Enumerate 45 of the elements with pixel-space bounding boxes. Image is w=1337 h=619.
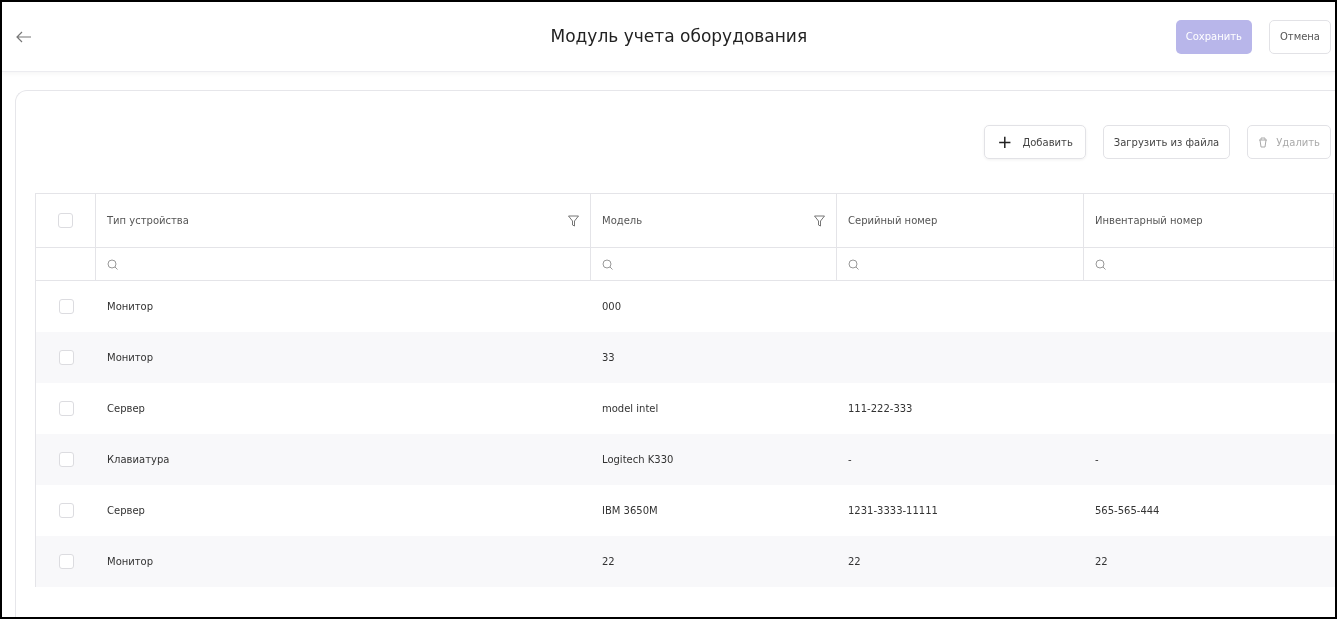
table-cell-text: 33 [602, 351, 615, 365]
table-cell-text: 111-222-333 [848, 402, 913, 416]
table-cell-text: Сервер [107, 402, 145, 416]
search-icon[interactable] [107, 258, 118, 270]
table-cell-text: 22 [848, 555, 861, 569]
table-cell-text: Клавиатура [107, 453, 170, 467]
table-cell-text: - [848, 453, 852, 467]
page-title: Модуль учета оборудования [550, 24, 808, 48]
table-cell-text: Монитор [107, 300, 154, 314]
table-cell-text: 22 [1095, 555, 1108, 569]
checkbox[interactable] [58, 452, 74, 467]
table-row[interactable]: Клавиатура Logitech K330 - - [36, 434, 1335, 485]
column-header: Модель [602, 214, 643, 228]
table-cell-text: 22 [602, 555, 615, 569]
cancel-button[interactable]: Отмена [1268, 19, 1331, 54]
search-icon[interactable] [602, 258, 613, 270]
filter-icon[interactable] [568, 214, 579, 227]
checkbox[interactable] [58, 350, 74, 365]
column-header: Инвентарный номер [1095, 214, 1203, 228]
add-button[interactable]: + Добавить [984, 125, 1086, 159]
table-cell-text: Монитор [107, 351, 154, 365]
column-header: Тип устройства [107, 214, 189, 228]
filter-icon[interactable] [814, 214, 825, 227]
table-row[interactable]: Монитор 22 22 22 [36, 536, 1335, 587]
back-arrow-icon[interactable] [16, 30, 32, 43]
table-cell-text: IBM 3650M [602, 504, 658, 518]
upload-button[interactable]: Загрузить из файла [1102, 125, 1231, 159]
table-cell-text: Logitech K330 [602, 453, 674, 467]
checkbox[interactable] [58, 299, 74, 314]
trash-icon [1258, 136, 1269, 148]
table-cell-text: Сервер [107, 504, 145, 518]
checkbox[interactable] [58, 401, 74, 416]
table-cell-text: 000 [602, 300, 622, 314]
table-cell-text: Монитор [107, 555, 154, 569]
table-row[interactable]: Монитор 33 [36, 332, 1335, 383]
search-icon[interactable] [1095, 258, 1106, 270]
checkbox[interactable] [58, 503, 74, 518]
table-cell-text: model intel [602, 402, 659, 416]
column-header: Серийный номер [848, 214, 938, 228]
checkbox[interactable] [58, 554, 74, 569]
table-cell-text: 1231-3333-11111 [848, 504, 938, 518]
checkbox[interactable] [58, 213, 73, 228]
table-cell-text: 565-565-444 [1095, 504, 1160, 518]
table-cell-text: - [1095, 453, 1099, 467]
search-icon[interactable] [848, 258, 859, 270]
